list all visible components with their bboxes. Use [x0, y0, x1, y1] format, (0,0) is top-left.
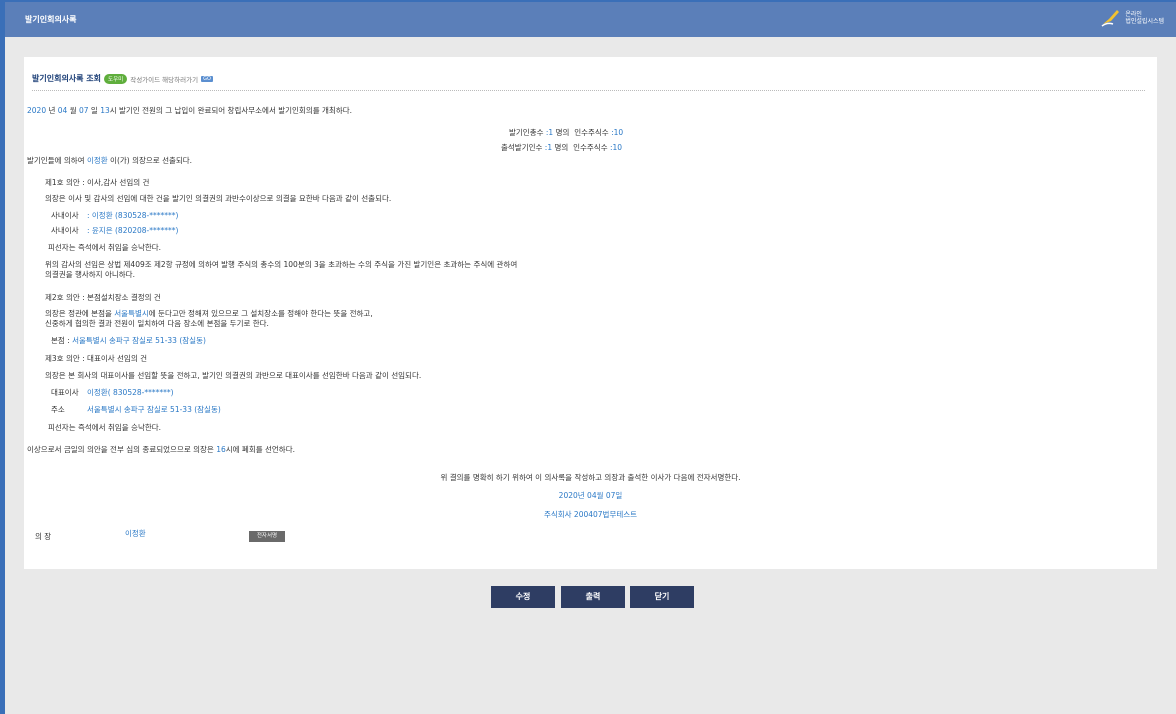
- shares-label: 인수주식수: [574, 128, 609, 137]
- total-label: 발기인총수: [509, 128, 544, 137]
- agenda2-title: 제2호 의안 : 본점설치장소 결정의 건: [45, 293, 161, 302]
- guide-link[interactable]: 작성가이드 해당하러가기: [130, 74, 198, 84]
- app-header: 발기인회의사록 온라인 법인설립시스템: [5, 2, 1176, 37]
- intro-month-unit: 월: [67, 106, 79, 115]
- intro-year-unit: 년: [46, 106, 58, 115]
- ceo-value: 이정환( 830528-*******): [87, 388, 174, 397]
- hq-address: 서울특별시 송파구 잠실로 51-33 (잠실동): [72, 336, 206, 345]
- total-value: :1: [545, 128, 554, 137]
- ceo-row: 대표이사 이정환( 830528-*******): [51, 388, 174, 398]
- close-button[interactable]: 닫기: [630, 586, 694, 608]
- attend-label: 출석발기인수: [501, 143, 543, 152]
- closing-hour: 16: [216, 445, 226, 454]
- agenda1-note-2: 의결권을 행사하지 아니하다.: [45, 270, 135, 279]
- hq-label: 본점 :: [51, 336, 73, 345]
- director-row-1: 사내이사 : 이정환 (830528-*******): [51, 211, 178, 221]
- closing-statement: 이상으로서 금일의 의안을 전부 심의 종료되었으므로 의장은 16시에 폐회를…: [27, 445, 295, 455]
- closing-text-b: 시에 폐회를 선언하다.: [225, 445, 295, 454]
- attend-shares-label: 인수주식수: [573, 143, 608, 152]
- intro-day: 07: [78, 106, 89, 115]
- intro-year: 2020: [27, 106, 47, 115]
- director-role: 사내이사: [51, 211, 79, 220]
- director-value: : 윤지은 (820208-*******): [87, 226, 179, 235]
- director-role: 사내이사: [51, 226, 79, 235]
- company-name: 주식회사 200407법무테스트: [543, 510, 638, 519]
- logo-line-1: 온라인: [1125, 11, 1142, 18]
- agenda3-title: 제3호 의안 : 대표이사 선임의 건: [45, 354, 148, 363]
- print-button[interactable]: 출력: [561, 586, 625, 608]
- sign-date: 2020년 04월 07일: [558, 491, 623, 500]
- agenda2-desc-a: 의장은 정관에 본점을: [45, 309, 115, 318]
- logo-line-2: 법인설립시스템: [1125, 18, 1164, 25]
- intro-month: 04: [57, 106, 68, 115]
- page-title: 발기인회의사록: [25, 15, 77, 24]
- meeting-intro: 2020 년 04 월 07 일 13시 발기인 전원의 그 납입이 완료되어 …: [27, 106, 352, 116]
- guide-go-button[interactable]: GO: [201, 75, 213, 82]
- agenda2-desc-b: 에 둔다고만 정해져 있으므로 그 설치장소를 정해야 한다는 뜻을 전하고,: [148, 309, 373, 318]
- agenda2-desc-1: 의장은 정관에 본점을 서울특별시에 둔다고만 정해져 있으므로 그 설치장소를…: [45, 309, 373, 319]
- chair-prefix: 발기인들에 의하여: [27, 156, 87, 165]
- agenda3-accept: 피선자는 즉석에서 취임을 승낙한다.: [48, 423, 162, 432]
- chair-election: 발기인들에 의하여 이정환 이(가) 의장으로 선출되다.: [27, 156, 192, 166]
- intro-day-unit: 일: [88, 106, 101, 115]
- attend-unit: 명의: [554, 143, 569, 152]
- address-label: 주소: [51, 405, 65, 414]
- director-value: : 이정환 (830528-*******): [87, 211, 179, 220]
- agenda1-accept: 피선자는 즉석에서 취임을 승낙한다.: [48, 243, 162, 252]
- pen-logo-icon: [1101, 10, 1120, 27]
- agenda2-city: 서울특별시: [114, 309, 149, 318]
- section-title: 발기인회의사록 조회: [32, 74, 102, 83]
- sign-statement: 위 결의를 명확히 하기 위하여 이 의사록을 작성하고 의장과 출석한 이사가…: [440, 473, 741, 482]
- section-heading: 발기인회의사록 조회 도우미 작성가이드 해당하러가기 GO: [32, 73, 213, 84]
- closing-text-a: 이상으로서 금일의 의안을 전부 심의 종료되었으므로 의장은: [27, 445, 217, 454]
- attend-value: :1: [544, 143, 553, 152]
- e-signature-button[interactable]: 전자서명: [249, 531, 285, 542]
- promoter-total: 발기인총수 :1 명의 인수주식수 :10: [509, 128, 623, 138]
- agenda2-desc-2: 신중하게 협의한 결과 전원이 일치하여 다음 장소에 본점을 두기로 한다.: [45, 319, 269, 328]
- intro-hour: 13: [100, 106, 110, 115]
- address-value: 서울특별시 송파구 잠실로 51-33 (잠실동): [87, 405, 221, 414]
- shares-value: :10: [611, 128, 624, 137]
- system-logo: 온라인 법인설립시스템: [1101, 9, 1164, 27]
- chair-suffix: 이(가) 의장으로 선출되다.: [107, 156, 193, 165]
- divider: [32, 90, 1145, 91]
- intro-text: 시 발기인 전원의 그 납입이 완료되어 창립사무소에서 발기인회의를 개최하다…: [109, 106, 353, 115]
- address-row: 주소 서울특별시 송파구 잠실로 51-33 (잠실동): [51, 405, 221, 415]
- edit-button[interactable]: 수정: [491, 586, 555, 608]
- logo-text: 온라인 법인설립시스템: [1125, 11, 1164, 25]
- promoter-attending: 출석발기인수 :1 명의 인수주식수 :10: [501, 143, 622, 153]
- chair-sign-label: 의 장: [35, 532, 52, 541]
- agenda1-title: 제1호 의안 : 이사,감사 선임의 건: [45, 178, 150, 187]
- headquarters: 본점 : 서울특별시 송파구 잠실로 51-33 (잠실동): [51, 336, 206, 346]
- window-frame-left: [0, 0, 5, 714]
- agenda1-desc: 의장은 이사 및 감사의 선임에 대한 건을 발기인 의결권의 과반수이상으로 …: [45, 194, 392, 203]
- ceo-label: 대표이사: [51, 388, 79, 397]
- agenda1-note-1: 위의 감사의 선임은 상법 제409조 제2항 규정에 의하여 발행 주식의 총…: [45, 260, 518, 269]
- chair-sign-name: 이정환: [125, 529, 146, 538]
- helper-badge[interactable]: 도우미: [104, 73, 128, 84]
- agenda3-desc: 의장은 본 회사의 대표이사를 선임할 뜻을 전하고, 발기인 의결권의 과반으…: [45, 371, 422, 380]
- chair-name: 이정환: [86, 156, 108, 165]
- minutes-card: 발기인회의사록 조회 도우미 작성가이드 해당하러가기 GO 2020 년 04…: [24, 57, 1157, 569]
- director-row-2: 사내이사 : 윤지은 (820208-*******): [51, 226, 178, 236]
- attend-shares-value: :10: [609, 143, 623, 152]
- total-unit: 명의: [555, 128, 570, 137]
